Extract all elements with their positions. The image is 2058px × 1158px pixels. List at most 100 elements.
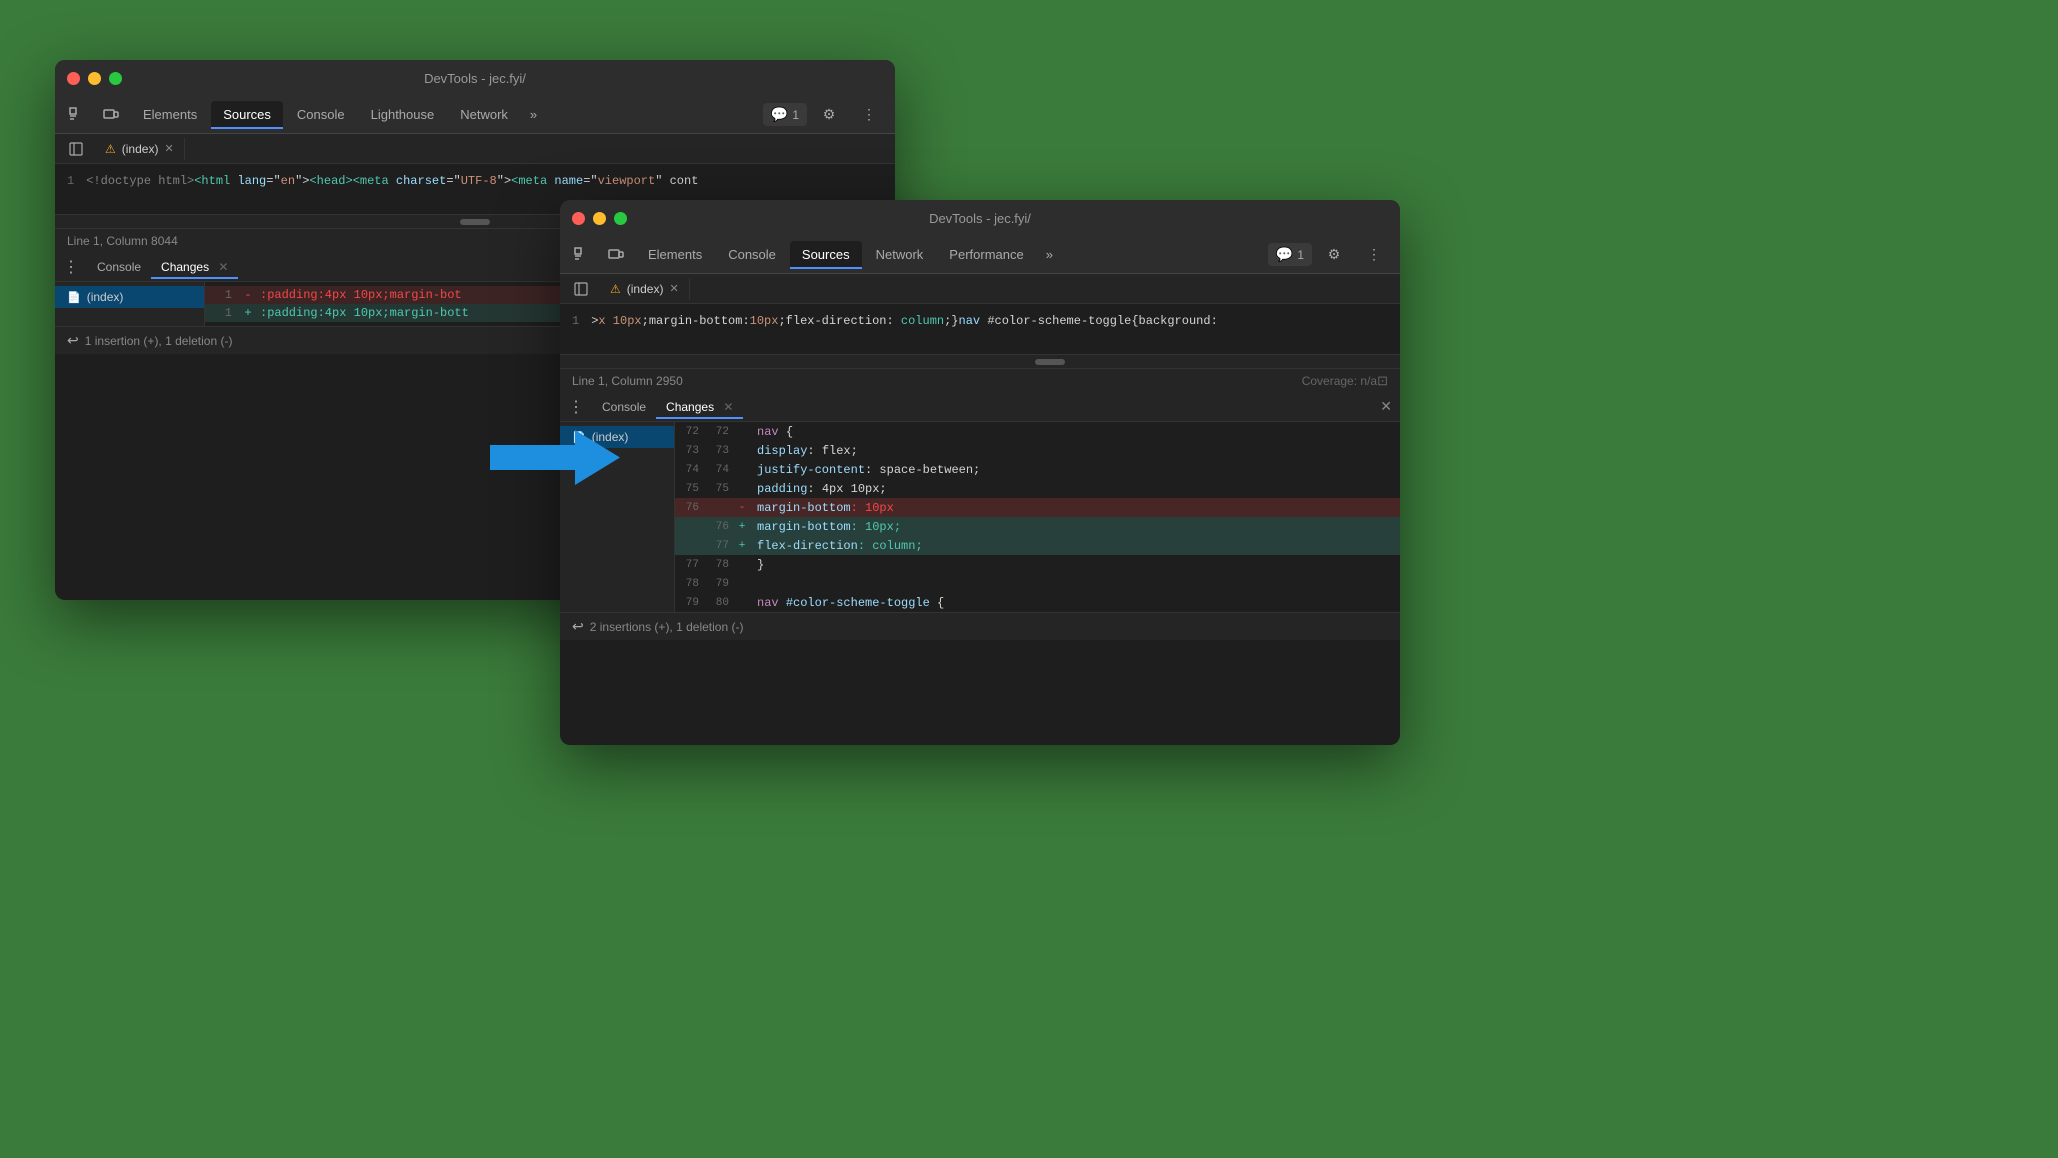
panel-tab-console-front[interactable]: Console xyxy=(592,396,656,418)
tab-more-back[interactable]: » xyxy=(522,103,545,126)
tab-console-front[interactable]: Console xyxy=(716,241,788,268)
diff-row-76-removed: 76 - margin-bottom: 10px xyxy=(675,498,1400,517)
panel-tab-changes-back[interactable]: Changes ✕ xyxy=(151,256,238,278)
minimize-button-front[interactable] xyxy=(593,212,606,225)
tab-bar-front: Elements Console Sources Network Perform… xyxy=(560,236,1400,274)
warning-icon-front: ⚠ xyxy=(610,282,621,296)
tab-sources-back[interactable]: Sources xyxy=(211,101,283,128)
file-tabs-front: ⚠ (index) ✕ xyxy=(560,274,1400,304)
code-sep2-front: ;flex-direction: xyxy=(778,314,900,328)
chat-icon-front: 💬 xyxy=(1276,246,1293,263)
settings-icon-front[interactable]: ⚙ xyxy=(1320,241,1348,269)
close-button-back[interactable] xyxy=(67,72,80,85)
code-html-tag: <html xyxy=(194,174,237,188)
file-tab-index-back[interactable]: ⚠ (index) ✕ xyxy=(95,138,185,160)
inspect-icon-front[interactable] xyxy=(568,241,596,269)
scroll-thumb-front[interactable] xyxy=(1035,359,1065,365)
code-meta-tag: <meta xyxy=(511,174,554,188)
code-val3-front: column xyxy=(901,314,944,328)
tab-elements-back[interactable]: Elements xyxy=(131,101,209,128)
code-content-front[interactable]: >x 10px;margin-bottom:10px;flex-directio… xyxy=(591,310,1400,348)
diff-row-77-78: 77 78 } xyxy=(675,555,1400,574)
code-nav-front: nav xyxy=(959,314,988,328)
tab-network-back[interactable]: Network xyxy=(448,101,520,128)
tab-console-back[interactable]: Console xyxy=(285,101,357,128)
more-icon-back[interactable]: ⋮ xyxy=(855,101,883,129)
window-title-back: DevTools - jec.fyi/ xyxy=(424,71,526,86)
changes-file-item-back[interactable]: 📄 (index) xyxy=(55,286,204,308)
panel-more-back[interactable]: ⋮ xyxy=(63,257,79,277)
code-eq5: =" xyxy=(583,174,597,188)
panel-tabs-front: ⋮ Console Changes ✕ ✕ xyxy=(560,392,1400,422)
file-tab-close-back[interactable]: ✕ xyxy=(164,142,173,155)
footer-text-front: 2 insertions (+), 1 deletion (-) xyxy=(590,620,744,634)
arrow-container xyxy=(490,430,620,485)
cursor-position-back: Line 1, Column 8044 xyxy=(67,234,178,248)
file-icon-back: 📄 xyxy=(67,291,81,304)
minimize-button-back[interactable] xyxy=(88,72,101,85)
badge-count-front: 1 xyxy=(1297,248,1304,262)
tab-elements-front[interactable]: Elements xyxy=(636,241,714,268)
window-controls-back xyxy=(67,72,122,85)
code-eq1: =" xyxy=(266,174,280,188)
diff-sign-removed-back: - xyxy=(240,288,256,302)
diff-row-75-75: 75 75 padding: 4px 10px; xyxy=(675,479,1400,498)
changes-sidebar-back: 📄 (index) xyxy=(55,282,205,326)
coverage-icon[interactable]: ⊡ xyxy=(1377,373,1388,389)
scroll-thumb-back[interactable] xyxy=(460,219,490,225)
sidebar-toggle-back[interactable] xyxy=(63,136,89,162)
code-area-front: 1 >x 10px;margin-bottom:10px;flex-direct… xyxy=(560,304,1400,354)
diff-row-74-74: 74 74 justify-content: space-between; xyxy=(675,460,1400,479)
file-tab-close-front[interactable]: ✕ xyxy=(669,282,678,295)
tab-performance-front[interactable]: Performance xyxy=(937,241,1035,268)
panel-tab-console-back[interactable]: Console xyxy=(87,256,151,278)
tab-sources-front[interactable]: Sources xyxy=(790,241,862,268)
window-controls-front xyxy=(572,212,627,225)
settings-icon-back[interactable]: ⚙ xyxy=(815,101,843,129)
sidebar-toggle-front[interactable] xyxy=(568,276,594,302)
undo-icon-back[interactable]: ↩ xyxy=(67,332,79,349)
notification-badge-front[interactable]: 💬 1 xyxy=(1268,243,1312,266)
file-tab-index-front[interactable]: ⚠ (index) ✕ xyxy=(600,278,690,300)
close-button-front[interactable] xyxy=(572,212,585,225)
tab-network-front[interactable]: Network xyxy=(864,241,936,268)
changes-filename-back: (index) xyxy=(87,290,124,304)
tab-bar-back: Elements Sources Console Lighthouse Netw… xyxy=(55,96,895,134)
maximize-button-front[interactable] xyxy=(614,212,627,225)
tab-right-icons-back: 💬 1 ⚙ ⋮ xyxy=(763,101,887,129)
maximize-button-back[interactable] xyxy=(109,72,122,85)
code-hash-front: #color-scheme-toggle{background: xyxy=(987,314,1217,328)
status-bar-front: Line 1, Column 2950 Coverage: n/a ⊡ xyxy=(560,368,1400,392)
footer-text-back: 1 insertion (+), 1 deletion (-) xyxy=(85,334,233,348)
file-tab-name-back: (index) xyxy=(122,142,159,156)
code-doctype: <!doctype html> xyxy=(86,174,194,188)
panel-tab-changes-close-back[interactable]: ✕ xyxy=(218,260,228,274)
diff-new-num-back: 1 xyxy=(205,306,240,320)
device-icon-back[interactable] xyxy=(97,101,125,129)
code-charset-attr: charset xyxy=(396,174,446,188)
diff-row-77-added: 77 + flex-direction: column; xyxy=(675,536,1400,555)
tab-more-front[interactable]: » xyxy=(1038,243,1061,266)
line-numbers-front: 1 xyxy=(560,310,591,348)
code-name-attr: name xyxy=(554,174,583,188)
code-eq3: =" xyxy=(446,174,460,188)
notification-badge-back[interactable]: 💬 1 xyxy=(763,103,807,126)
chat-icon-back: 💬 xyxy=(771,106,788,123)
diff-old-num-back: 1 xyxy=(205,288,240,302)
tab-lighthouse-back[interactable]: Lighthouse xyxy=(359,101,447,128)
warning-icon-back: ⚠ xyxy=(105,142,116,156)
panel-tab-changes-close-front[interactable]: ✕ xyxy=(723,400,733,414)
title-bar-front: DevTools - jec.fyi/ xyxy=(560,200,1400,236)
more-icon-front[interactable]: ⋮ xyxy=(1360,241,1388,269)
inspect-icon-back[interactable] xyxy=(63,101,91,129)
device-icon-front[interactable] xyxy=(602,241,630,269)
code-val1-front: x 10px xyxy=(598,314,641,328)
window-title-front: DevTools - jec.fyi/ xyxy=(929,211,1031,226)
panel-more-front[interactable]: ⋮ xyxy=(568,397,584,417)
diff-row-79-80: 79 80 nav #color-scheme-toggle { xyxy=(675,593,1400,612)
panel-tab-changes-front[interactable]: Changes ✕ xyxy=(656,396,743,418)
undo-icon-front[interactable]: ↩ xyxy=(572,618,584,635)
code-utf8-val: UTF-8 xyxy=(461,174,497,188)
code-sep1-front: ;margin-bottom: xyxy=(642,314,750,328)
close-panel-button-front[interactable]: ✕ xyxy=(1380,398,1392,415)
